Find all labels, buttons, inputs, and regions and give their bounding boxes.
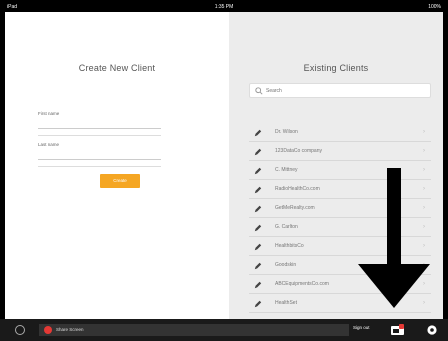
client-row[interactable]: Dr. Wilson › xyxy=(249,124,431,142)
client-name: C. Mittney xyxy=(275,167,298,173)
search-input[interactable] xyxy=(266,86,426,96)
share-screen-label: Share Screen xyxy=(56,327,84,332)
pencil-icon[interactable] xyxy=(254,281,262,289)
pencil-icon[interactable] xyxy=(254,205,262,213)
clock: 1:35 PM xyxy=(214,4,234,10)
client-name: Goodskin xyxy=(275,262,297,268)
chevron-right-icon: › xyxy=(423,129,425,135)
create-client-title: Create New Client xyxy=(78,63,156,73)
app-window: iPad 1:35 PM 100% Create New Client Firs… xyxy=(0,0,448,341)
client-name: GetMeRealty.com xyxy=(275,205,315,211)
first-name-label: First name xyxy=(38,111,60,116)
pencil-icon[interactable] xyxy=(254,167,262,175)
pencil-icon[interactable] xyxy=(254,300,262,308)
create-client-panel: Create New Client First name Last name C… xyxy=(5,12,229,319)
client-name: HealthSet xyxy=(275,300,297,306)
chevron-right-icon: › xyxy=(423,148,425,154)
client-name: RadioHealthCo.com xyxy=(275,186,320,192)
last-name-input[interactable] xyxy=(38,151,161,160)
pencil-icon[interactable] xyxy=(254,224,262,232)
create-button[interactable]: Create xyxy=(100,174,140,188)
search-icon xyxy=(255,87,263,95)
pencil-icon[interactable] xyxy=(254,243,262,251)
home-circle-button[interactable] xyxy=(15,325,25,335)
bottom-toolbar: Share Screen Sign out xyxy=(0,319,448,341)
record-icon xyxy=(44,326,52,334)
gear-icon[interactable] xyxy=(426,324,438,336)
share-screen-button[interactable]: Share Screen xyxy=(39,324,349,336)
first-name-divider xyxy=(38,135,161,136)
status-bar: iPad 1:35 PM 100% xyxy=(5,3,443,12)
pencil-icon[interactable] xyxy=(254,148,262,156)
screen-share-icon[interactable] xyxy=(390,324,405,336)
client-row[interactable]: 123DataCo company › xyxy=(249,143,431,161)
client-name: G. Carlton xyxy=(275,224,298,230)
first-name-input[interactable] xyxy=(38,120,161,129)
pencil-icon[interactable] xyxy=(254,262,262,270)
battery-level: 100% xyxy=(428,4,441,10)
client-name: 123DataCo company xyxy=(275,148,322,154)
existing-clients-title: Existing Clients xyxy=(303,63,369,73)
sign-out-link[interactable]: Sign out xyxy=(353,325,370,330)
client-name: Dr. Wilson xyxy=(275,129,298,135)
client-name: ABCEquipmentsCo.com xyxy=(275,281,329,287)
last-name-divider xyxy=(38,166,161,167)
search-box[interactable] xyxy=(249,83,431,98)
pencil-icon[interactable] xyxy=(254,186,262,194)
down-arrow-annotation xyxy=(358,168,430,308)
last-name-label: Last name xyxy=(38,142,60,147)
pencil-icon[interactable] xyxy=(254,129,262,137)
client-name: HealthbitsCo xyxy=(275,243,304,249)
